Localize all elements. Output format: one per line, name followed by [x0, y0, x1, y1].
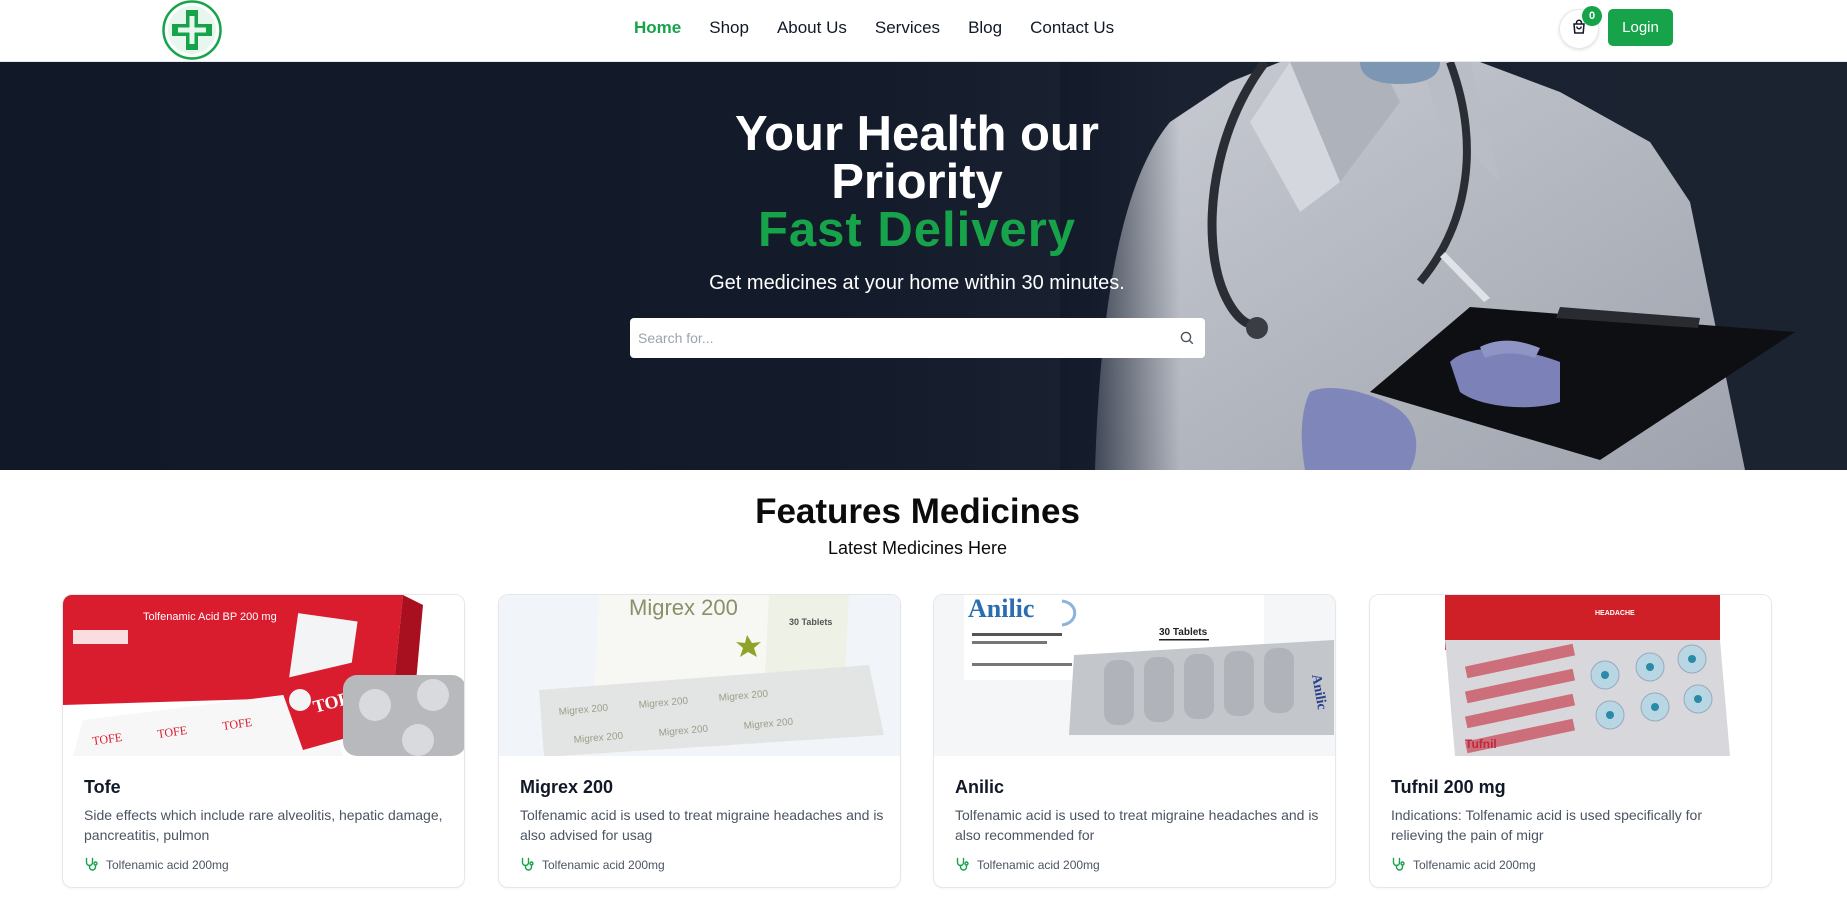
nav-shop[interactable]: Shop — [709, 18, 749, 38]
svg-text:Tufnil: Tufnil — [1465, 737, 1497, 751]
hero-banner: Your Health our Priority Fast Delivery G… — [0, 62, 1847, 470]
search-icon[interactable] — [1169, 319, 1205, 357]
product-description: Indications: Tolfenamic acid is used spe… — [1391, 807, 1703, 843]
product-card-tufnil-200[interactable]: HEADACHE Tufnil Tufnil 200 mg Indication… — [1369, 594, 1772, 888]
product-generic-label: Tolfenamic acid 200mg — [542, 857, 665, 872]
medical-cross-icon[interactable] — [162, 0, 222, 60]
product-generic-label: Tolfenamic acid 200mg — [977, 857, 1100, 872]
svg-text:30 Tablets: 30 Tablets — [1159, 627, 1208, 638]
product-image-anilic[interactable]: Anilic 30 Tablets Anilic — [934, 595, 1335, 756]
svg-text:Anilic: Anilic — [968, 595, 1034, 623]
nav-home[interactable]: Home — [634, 18, 681, 38]
cart-count-badge: 0 — [1582, 6, 1602, 26]
hero-subtitle: Get medicines at your home within 30 min… — [709, 272, 1125, 294]
product-generic-label: Tolfenamic acid 200mg — [1413, 857, 1536, 872]
nav-services[interactable]: Services — [875, 18, 940, 38]
section-subtitle: Latest Medicines Here — [827, 538, 1008, 558]
product-card-tofe[interactable]: Tolfenamic Acid BP 200 mg TOFE TOFE TOFE… — [62, 594, 465, 888]
product-name[interactable]: Anilic — [955, 777, 1004, 798]
stethoscope-icon — [1391, 857, 1406, 872]
product-name[interactable]: Tofe — [84, 777, 121, 798]
product-description: Tolfenamic acid is used to treat migrain… — [955, 807, 1319, 843]
product-image-migrex[interactable]: Migrex 200 30 Tablets Migrex 200 Migrex … — [499, 595, 900, 756]
login-button[interactable]: Login — [1608, 9, 1673, 46]
product-name[interactable]: Tufnil 200 mg — [1391, 777, 1506, 798]
nav-about-us[interactable]: About Us — [777, 18, 847, 38]
main-nav: Home Shop About Us Services Blog Contact… — [634, 18, 1142, 38]
stethoscope-icon — [520, 857, 535, 872]
hero-title: Your Health our Priority Fast Delivery — [617, 107, 1217, 257]
svg-text:HEADACHE: HEADACHE — [1595, 610, 1635, 617]
hero-title-highlight: Fast Delivery — [757, 203, 1077, 257]
product-card-migrex-200[interactable]: Migrex 200 30 Tablets Migrex 200 Migrex … — [498, 594, 901, 888]
product-description: Side effects which include rare alveolit… — [84, 807, 443, 843]
svg-text:Tolfenamic Acid BP 200 mg: Tolfenamic Acid BP 200 mg — [143, 611, 277, 623]
search-input[interactable] — [630, 319, 1169, 357]
product-generic: Tolfenamic acid 200mg — [1391, 857, 1536, 872]
hero-title-line1: Your Health our — [735, 107, 1099, 161]
product-description: Tolfenamic acid is used to treat migrain… — [520, 807, 884, 843]
product-generic: Tolfenamic acid 200mg — [84, 857, 229, 872]
search-bar — [630, 318, 1205, 358]
stethoscope-icon — [955, 857, 970, 872]
product-name[interactable]: Migrex 200 — [520, 777, 613, 798]
svg-text:Migrex 200: Migrex 200 — [629, 595, 738, 620]
site-header: Home Shop About Us Services Blog Contact… — [0, 0, 1847, 62]
product-card-anilic[interactable]: Anilic 30 Tablets Anilic Anilic Tolfenam… — [933, 594, 1336, 888]
product-image-tufnil[interactable]: HEADACHE Tufnil — [1370, 595, 1771, 756]
svg-text:30 Tablets: 30 Tablets — [789, 617, 832, 627]
section-title: Features Medicines — [755, 492, 1080, 531]
nav-blog[interactable]: Blog — [968, 18, 1002, 38]
product-generic: Tolfenamic acid 200mg — [955, 857, 1100, 872]
hero-title-line2: Priority — [831, 155, 1003, 209]
product-generic-label: Tolfenamic acid 200mg — [106, 857, 229, 872]
nav-contact-us[interactable]: Contact Us — [1030, 18, 1114, 38]
stethoscope-icon — [84, 857, 99, 872]
product-generic: Tolfenamic acid 200mg — [520, 857, 665, 872]
product-image-tofe[interactable]: Tolfenamic Acid BP 200 mg TOFE TOFE TOFE… — [63, 595, 464, 756]
